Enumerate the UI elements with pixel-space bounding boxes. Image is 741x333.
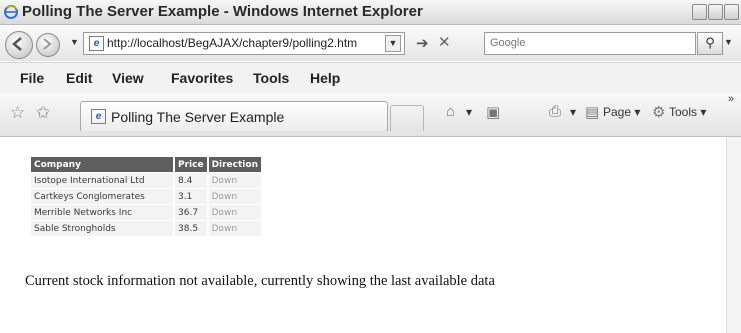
forward-button[interactable] [36,33,60,57]
title-bar: Polling The Server Example - Windows Int… [0,0,741,25]
favorites-center-star-icon[interactable]: ☆ [10,103,25,123]
direction-cell: Down [207,172,263,189]
search-options-dropdown-icon[interactable]: ▼ [724,37,733,47]
browser-window: Polling The Server Example - Windows Int… [0,0,741,333]
page-menu-icon: ▤ [585,104,600,121]
company-cell: Sable Strongholds [31,220,175,236]
status-message: Current stock information not available,… [25,273,495,289]
price-cell: 36.7 [174,204,209,221]
direction-cell: Down [207,188,263,205]
back-button[interactable] [5,31,33,59]
print-icon[interactable]: ⎙ [549,103,561,120]
page-menu-button[interactable]: Page ▾ [603,105,640,119]
menu-view[interactable]: View [112,70,144,86]
menu-bar: File Edit View Favorites Tools Help [0,62,741,94]
address-url[interactable]: http://localhost/BegAJAX/chapter9/pollin… [107,36,357,50]
tools-menu-button[interactable]: Tools ▾ [669,105,706,119]
maximize-button[interactable] [708,4,723,20]
feeds-icon[interactable]: ▣ [486,103,500,121]
minimize-button[interactable] [692,4,707,20]
company-cell: Isotope International Ltd [31,172,175,189]
page-menu-label: Page [603,105,632,119]
table-row: Sable Strongholds 38.5 Down [31,220,263,236]
magnifier-icon: ⚲ [705,35,715,50]
back-arrow-icon [12,37,22,51]
price-cell: 38.5 [174,220,209,236]
column-header-price: Price [174,157,209,173]
new-tab-button[interactable] [390,105,424,131]
close-button[interactable] [724,4,739,20]
stop-icon[interactable]: ✕ [438,33,451,51]
company-cell: Cartkeys Conglomerates [31,188,175,205]
column-header-company: Company [31,157,175,173]
price-cell: 8.4 [174,172,209,189]
address-toolbar: ▼ e http://localhost/BegAJAX/chapter9/po… [0,25,741,61]
page-content: Company Price Direction Isotope Internat… [0,137,741,333]
address-bar[interactable]: e http://localhost/BegAJAX/chapter9/poll… [83,32,405,55]
chevron-more-icon[interactable]: » [728,93,734,105]
table-row: Merrible Networks Inc 36.7 Down [31,204,263,221]
page-icon: e [89,36,104,51]
column-header-direction: Direction [207,157,263,173]
search-box[interactable] [484,32,696,55]
table-header-row: Company Price Direction [31,157,263,173]
table-row: Isotope International Ltd 8.4 Down [31,172,263,189]
tab-title: Polling The Server Example [111,109,285,125]
direction-cell: Down [207,220,263,236]
tab-current[interactable]: e Polling The Server Example [80,101,388,131]
menu-edit[interactable]: Edit [66,70,92,86]
menu-favorites[interactable]: Favorites [171,70,233,86]
go-arrow-icon[interactable]: ➔ [416,34,429,52]
home-icon[interactable]: ⌂ [446,103,455,120]
menu-tools[interactable]: Tools [253,70,289,86]
recent-pages-dropdown-icon[interactable]: ▼ [70,37,79,47]
price-cell: 3.1 [174,188,209,205]
company-cell: Merrible Networks Inc [31,204,175,221]
add-favorites-star-icon[interactable]: ✩ [36,103,50,123]
direction-cell: Down [207,204,263,221]
home-dropdown-icon[interactable]: ▾ [466,105,472,119]
vertical-scrollbar[interactable] [726,137,741,333]
menu-file[interactable]: File [20,70,44,86]
print-dropdown-icon[interactable]: ▾ [570,105,576,119]
tab-command-bar: ☆ ✩ e Polling The Server Example ⌂ ▾ ▣ ⎙… [0,93,741,137]
search-button[interactable]: ⚲ [697,32,723,55]
window-controls [692,4,739,20]
tools-menu-label: Tools [669,105,698,119]
tools-menu-icon: ⚙ [652,104,666,121]
window-title: Polling The Server Example - Windows Int… [22,3,423,20]
search-input[interactable] [485,33,690,53]
tab-page-icon: e [91,109,106,124]
stock-table: Company Price Direction Isotope Internat… [31,157,263,236]
forward-arrow-icon [43,38,52,50]
ie-logo-icon [4,5,18,19]
menu-help[interactable]: Help [310,70,340,86]
table-row: Cartkeys Conglomerates 3.1 Down [31,188,263,205]
address-dropdown-icon[interactable]: ▼ [385,35,401,52]
